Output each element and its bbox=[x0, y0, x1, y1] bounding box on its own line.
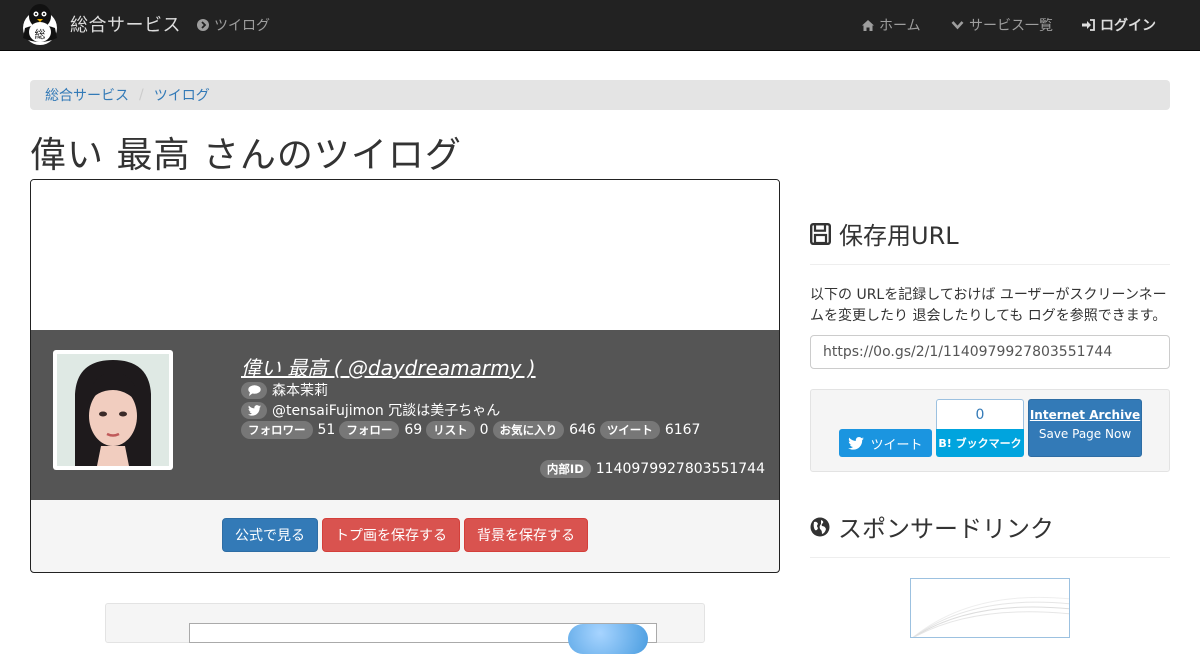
breadcrumb-separator: / bbox=[139, 87, 144, 103]
nav-login-label: ログイン bbox=[1100, 18, 1156, 34]
breadcrumb-item-tweetlog[interactable]: ツイログ bbox=[154, 85, 210, 105]
internet-archive-subtitle: Save Page Now bbox=[1038, 427, 1132, 441]
floppy-disk-icon bbox=[810, 222, 831, 245]
stat-following-label: フォロー bbox=[339, 421, 400, 439]
share-panel: ツイート 0 B! ブックマーク Internet Archive Save P… bbox=[810, 389, 1170, 472]
profile-bio: 森本茉莉 bbox=[272, 383, 328, 399]
stat-favorites-value: 646 bbox=[569, 422, 596, 438]
tweet-button[interactable]: ツイート bbox=[839, 429, 932, 457]
stat-tweets-label: ツイート bbox=[599, 421, 660, 439]
sidebar-ad[interactable] bbox=[910, 578, 1070, 638]
page-title: 偉い 最高 さんのツイログ bbox=[30, 135, 462, 176]
save-url-title: 保存用URL bbox=[839, 222, 959, 250]
hatena-bookmark-count: 0 bbox=[936, 399, 1024, 429]
profile-stats: フォロワー 51 フォロー 69 リスト 0 お気に入り 646 ツイート 61… bbox=[241, 421, 704, 439]
globe-icon bbox=[810, 517, 830, 537]
profile-bio-row: 森本茉莉 bbox=[241, 380, 328, 400]
sign-in-icon bbox=[1082, 19, 1095, 31]
profile-name-link[interactable]: 偉い 最高 ( @daydreamarmy ) bbox=[241, 352, 536, 381]
chevron-circle-right-icon bbox=[197, 19, 209, 31]
stat-followers-value: 51 bbox=[317, 422, 336, 438]
nav-home-label: ホーム bbox=[879, 18, 921, 34]
avatar-frame[interactable] bbox=[53, 350, 173, 470]
profile-info: 偉い 最高 ( @daydreamarmy ) 森本茉莉 @tensaiFuji… bbox=[31, 330, 779, 500]
ad-banner-graphic bbox=[568, 624, 648, 654]
home-icon bbox=[862, 19, 874, 31]
breadcrumb-item-home[interactable]: 総合サービス bbox=[45, 85, 129, 105]
ad-banner[interactable] bbox=[105, 603, 705, 654]
twitter-bird-icon bbox=[848, 436, 865, 450]
view-official-button[interactable]: 公式で見る bbox=[222, 518, 318, 552]
twitter-bird-icon bbox=[241, 401, 267, 419]
stat-lists-label: リスト bbox=[426, 421, 475, 439]
nav-login[interactable]: ログイン bbox=[1082, 0, 1156, 50]
nav-services[interactable]: サービス一覧 bbox=[951, 0, 1053, 50]
svg-text:総: 総 bbox=[35, 27, 46, 41]
breadcrumb: 総合サービス / ツイログ bbox=[30, 80, 1170, 110]
internal-id-row: 内部ID 1140979927803551744 bbox=[539, 460, 765, 478]
save-url-field[interactable] bbox=[810, 335, 1170, 369]
save-top-image-button[interactable]: トプ画を保存する bbox=[322, 518, 460, 552]
profile-actions: 公式で見る トプ画を保存する 背景を保存する bbox=[31, 518, 779, 552]
hatena-bookmark-button[interactable]: B! ブックマーク bbox=[936, 429, 1024, 457]
stat-following-value: 69 bbox=[404, 422, 423, 438]
save-url-description: 以下の URLを記録しておけば ユーザーがスクリーンネームを変更したり 退会した… bbox=[810, 287, 1167, 324]
brand-link[interactable]: 総 総合サービス bbox=[19, 2, 181, 46]
nav-home[interactable]: ホーム bbox=[862, 0, 921, 50]
tweet-button-label: ツイート bbox=[870, 437, 923, 453]
chevron-down-icon bbox=[951, 20, 964, 30]
sponsored-heading: スポンサードリンク bbox=[810, 509, 1054, 544]
save-url-heading: 保存用URL bbox=[810, 216, 959, 251]
penguin-logo-icon: 総 bbox=[23, 4, 57, 45]
ad-graphic bbox=[912, 596, 1069, 637]
profile-twitter-line: @tensaiFujimon 冗談は美子ちゃん bbox=[272, 403, 501, 419]
stat-lists-value: 0 bbox=[479, 422, 489, 438]
avatar bbox=[57, 354, 169, 466]
internet-archive-title: Internet Archive bbox=[1029, 408, 1141, 422]
stat-tweets-value: 6167 bbox=[664, 422, 701, 438]
nav-services-label: サービス一覧 bbox=[969, 18, 1053, 34]
profile-card: 偉い 最高 ( @daydreamarmy ) 森本茉莉 @tensaiFuji… bbox=[30, 179, 780, 573]
nav-tweetlog-label: ツイログ bbox=[214, 18, 270, 34]
nav-tweetlog[interactable]: ツイログ bbox=[197, 0, 270, 50]
divider bbox=[810, 264, 1170, 265]
profile-banner bbox=[31, 180, 779, 330]
sponsored-title: スポンサードリンク bbox=[838, 515, 1054, 543]
brand-name: 総合サービス bbox=[70, 15, 181, 36]
internal-id-value: 1140979927803551744 bbox=[595, 461, 765, 477]
internal-id-label: 内部ID bbox=[539, 460, 591, 478]
divider bbox=[810, 557, 1170, 558]
comment-icon bbox=[241, 381, 267, 399]
internet-archive-button[interactable]: Internet Archive Save Page Now bbox=[1028, 399, 1142, 457]
stat-favorites-label: お気に入り bbox=[492, 421, 565, 439]
profile-twitter-row: @tensaiFujimon 冗談は美子ちゃん bbox=[241, 400, 500, 420]
stat-followers-label: フォロワー bbox=[241, 421, 313, 439]
save-background-button[interactable]: 背景を保存する bbox=[464, 518, 588, 552]
navbar: 総 総合サービス ツイログ ホーム サービス一覧 ログイン bbox=[0, 0, 1200, 51]
